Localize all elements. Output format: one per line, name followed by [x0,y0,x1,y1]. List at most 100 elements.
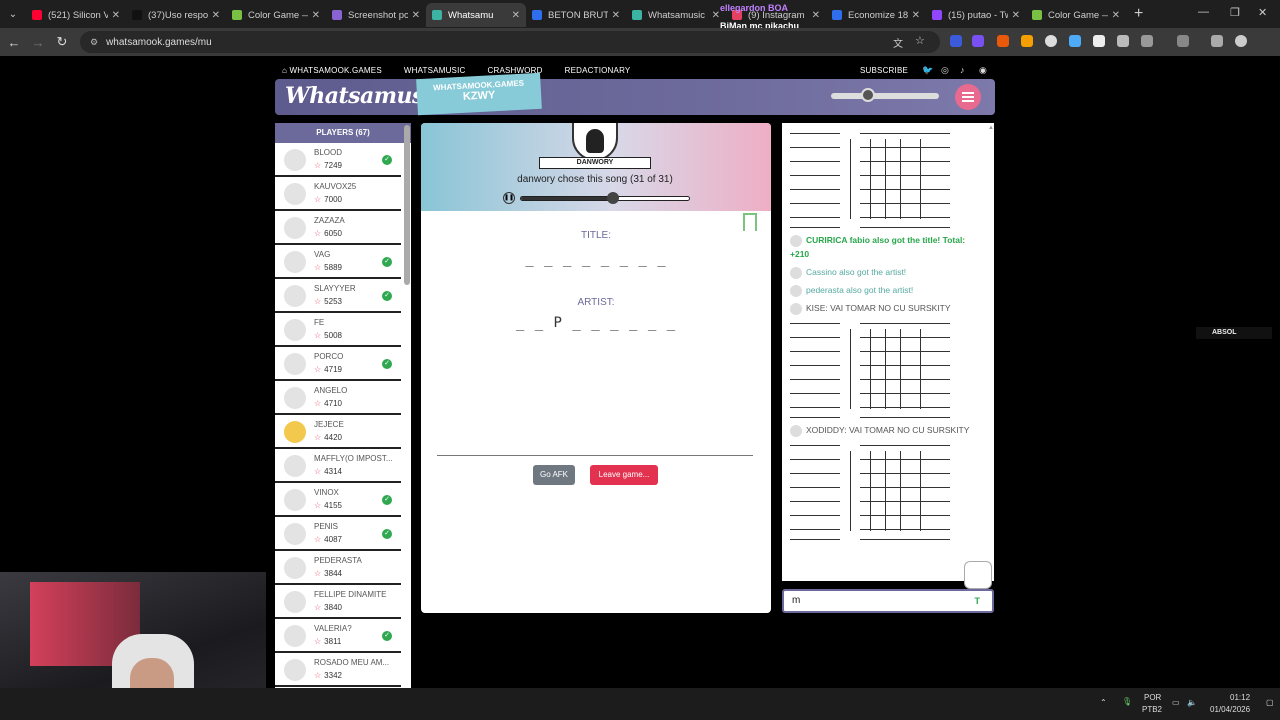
notification-icon[interactable]: ▢ [1266,698,1274,707]
profile-avatar[interactable] [1235,35,1247,47]
scroll-down-button[interactable] [964,561,992,589]
extension-icon[interactable] [997,35,1009,47]
clock-time[interactable]: 01:12 [1230,693,1250,702]
browser-tab[interactable]: Color Game — ✕ [1026,3,1126,27]
volume-icon[interactable]: 🔈 [1187,698,1197,707]
keyboard-layout[interactable]: PTB2 [1142,705,1162,714]
browser-tab[interactable]: (15) putao - Tw ✕ [926,3,1026,27]
pause-button[interactable]: ❚❚ [503,192,515,204]
extension-icon[interactable] [972,35,984,47]
tab-close-icon[interactable]: ✕ [1012,10,1020,21]
tab-close-icon[interactable]: ✕ [612,10,620,21]
input-language[interactable]: POR [1144,693,1161,702]
tab-close-icon[interactable]: ✕ [812,10,820,21]
player-row[interactable]: FE ☆ 5008 [275,313,401,347]
tray-chevron-icon[interactable]: ⌃ [1100,698,1107,707]
nav-link-redactionary[interactable]: REDACTIONARY [565,66,631,75]
extension-icon[interactable] [950,35,962,47]
browser-tab[interactable]: Whatsamusic ✕ [626,3,726,27]
volume-knob[interactable] [861,88,875,102]
extension-icon[interactable] [1021,35,1033,47]
player-score: ☆ 4087 [314,535,342,544]
player-row[interactable]: SLAYYYER ☆ 5253 ✓ [275,279,401,313]
subscribe-link[interactable]: SUBSCRIBE [860,66,908,75]
browser-tab[interactable]: (37)Uso respo ✕ [126,3,226,27]
player-row[interactable]: VINOX ☆ 4155 ✓ [275,483,401,517]
minimize-icon[interactable]: — [1198,6,1209,18]
twitter-icon[interactable]: 🐦 [922,65,933,76]
site-top-nav: ⌂ WHATSAMOOK.GAMES WHATSAMUSIC CRASHWORD… [282,64,994,76]
ascii-art [790,441,950,541]
player-row[interactable]: PEDERASTA ☆ 3844 [275,551,401,585]
tab-close-icon[interactable]: ✕ [112,10,120,21]
browser-tab[interactable]: Color Game — ✕ [226,3,326,27]
player-row[interactable]: ZAZAZA ☆ 6050 [275,211,401,245]
player-row[interactable]: VALERIA? ☆ 3811 ✓ [275,619,401,653]
song-progress-bar[interactable] [520,192,690,204]
chat-input[interactable]: m T [782,589,994,613]
menu-icon[interactable] [1211,35,1223,47]
extension-icon[interactable] [1093,35,1105,47]
url-field[interactable]: ⚙ whatsamook.games/mu [80,31,940,53]
player-row[interactable]: PENIS ☆ 4087 ✓ [275,517,401,551]
nav-link-whatsamusic[interactable]: WHATSAMUSIC [404,66,466,75]
browser-tab[interactable]: BETON BRUTA ✕ [526,3,626,27]
chat-scroll-up-icon[interactable]: ▲ [988,125,994,135]
room-code-badge[interactable]: WHATSAMOOK.GAMES KZWY [416,72,542,116]
bookmark-icon[interactable] [743,213,757,231]
reload-icon[interactable]: ↻ [50,34,74,50]
player-row[interactable]: ANGELO ☆ 4710 [275,381,401,415]
player-row[interactable]: FELLIPE DINAMITE ☆ 3840 [275,585,401,619]
back-icon[interactable]: ← [2,35,26,50]
tab-title: (37)Uso respo [148,9,208,21]
discord-icon[interactable]: ◉ [979,65,987,76]
player-row[interactable]: KAUVOX25 ☆ 7000 [275,177,401,211]
bookmark-star-icon[interactable]: ☆ [915,34,925,47]
player-row[interactable]: ROSADO MEU AM... ☆ 3342 [275,653,401,687]
player-row[interactable]: VAG ☆ 5889 ✓ [275,245,401,279]
browser-tab[interactable]: Economize 18% ✕ [826,3,926,27]
tab-close-icon[interactable]: ✕ [512,10,520,21]
tiktok-icon[interactable]: ♪ [960,65,965,75]
extension-icon[interactable] [1069,35,1081,47]
tab-search-chevron-icon[interactable]: ⌄ [0,0,26,28]
browser-tab[interactable]: Screenshot po ✕ [326,3,426,27]
browser-tab[interactable]: (521) Silicon Va ✕ [26,3,126,27]
player-row[interactable]: PORCO ☆ 4719 ✓ [275,347,401,381]
close-window-icon[interactable]: ✕ [1258,6,1267,19]
send-icon[interactable]: T [975,591,981,611]
tab-close-icon[interactable]: ✕ [312,10,320,21]
song-progress-knob[interactable] [607,192,620,204]
new-tab-icon[interactable]: + [1134,5,1143,23]
player-row[interactable]: BLOOD ☆ 7249 ✓ [275,143,401,177]
player-row[interactable]: MAFFLY(O IMPOST... ☆ 4314 [275,449,401,483]
instagram-icon[interactable]: ◎ [941,65,949,76]
tab-close-icon[interactable]: ✕ [912,10,920,21]
translate-icon[interactable]: 文 [893,35,903,50]
extension-icon[interactable] [1045,35,1057,47]
go-afk-button[interactable]: Go AFK [533,465,575,485]
home-link[interactable]: ⌂ WHATSAMOOK.GAMES [282,66,382,75]
players-scrollbar[interactable] [404,125,410,285]
maximize-icon[interactable]: ❐ [1230,6,1240,19]
browser-tab[interactable]: Whatsamu ✕ [426,3,526,27]
sidebar-icon[interactable] [1177,35,1189,47]
menu-button[interactable] [955,84,981,110]
extension-icon[interactable] [1117,35,1129,47]
extensions-puzzle-icon[interactable] [1141,35,1153,47]
tab-close-icon[interactable]: ✕ [1112,10,1120,21]
leave-game-button[interactable]: Leave game... [590,465,658,485]
site-info-icon[interactable]: ⚙ [90,37,98,48]
tab-close-icon[interactable]: ✕ [212,10,220,21]
microphone-icon[interactable]: 🎙 [1122,697,1132,706]
forward-icon[interactable]: → [26,35,50,50]
clock-date[interactable]: 01/04/2026 [1210,705,1250,714]
player-row[interactable]: JEJECE ☆ 4420 [275,415,401,449]
tab-close-icon[interactable]: ✕ [712,10,720,21]
network-icon[interactable]: ▭ [1172,698,1180,707]
ascii-line [790,147,840,148]
chat-message: KISE: VAI TOMAR NO CU SURSKITY [782,301,972,315]
tab-close-icon[interactable]: ✕ [412,10,420,21]
volume-slider[interactable] [831,88,939,102]
absol-widget[interactable]: ABSOL [1196,327,1272,339]
